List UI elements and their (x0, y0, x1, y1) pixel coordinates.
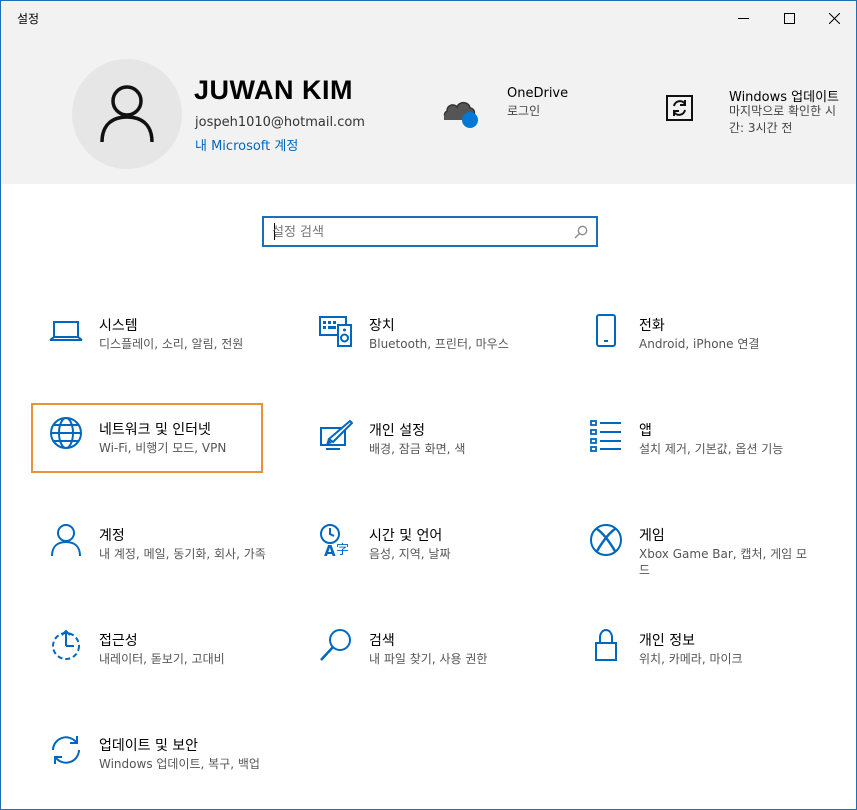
user-email: jospeh1010@hotmail.com (195, 115, 365, 130)
sync-icon (52, 736, 80, 764)
onedrive-title[interactable]: OneDrive (507, 86, 568, 101)
tile-description: 내 파일 찾기, 사용 권한 (369, 652, 488, 666)
tile-phone[interactable]: 전화 Android, iPhone 연결 (573, 305, 805, 375)
devices-icon (319, 316, 352, 347)
person-icon (51, 524, 81, 557)
user-avatar-icon (100, 85, 154, 143)
close-button[interactable] (811, 1, 857, 35)
onedrive-subtitle: 로그인 (507, 104, 541, 118)
globe-icon (50, 417, 82, 449)
tile-description: 배경, 잠금 화면, 색 (369, 442, 466, 456)
phone-icon (596, 314, 616, 347)
maximize-button[interactable] (766, 1, 812, 35)
tile-description: Wi-Fi, 비행기 모드, VPN (99, 441, 227, 455)
laptop-icon (49, 321, 83, 341)
xbox-icon (590, 524, 622, 556)
svg-text:A: A (324, 542, 336, 557)
tile-name: 개인 정보 (639, 633, 695, 649)
tile-description: 설치 제거, 기본값, 옵션 기능 (639, 442, 784, 456)
tile-description: Bluetooth, 프린터, 마우스 (369, 337, 509, 351)
lock-icon (595, 628, 617, 661)
tile-name: 검색 (369, 633, 395, 649)
microsoft-account-link[interactable]: 내 Microsoft 계정 (195, 135, 298, 154)
svg-text:字: 字 (336, 543, 349, 557)
apps-list-icon (590, 420, 621, 452)
settings-search-box[interactable] (262, 216, 598, 247)
ease-of-access-icon (52, 629, 80, 660)
magnifier-icon (320, 629, 351, 661)
tile-description: Xbox Game Bar, 캡처, 게임 모드 (639, 547, 808, 577)
tile-name: 개인 설정 (369, 423, 425, 439)
tile-accounts[interactable]: 계정 내 계정, 메일, 동기화, 회사, 가족 (33, 515, 266, 585)
close-icon (828, 12, 840, 24)
tile-name: 계정 (99, 528, 125, 544)
tile-name: 네트워크 및 인터넷 (99, 422, 211, 438)
search-input[interactable] (272, 222, 562, 242)
tile-name: 시스템 (99, 318, 138, 334)
tile-description: 음성, 지역, 날짜 (369, 547, 451, 561)
personalization-icon (320, 419, 353, 450)
time-language-icon: A 字 (320, 524, 349, 557)
tile-search[interactable]: 검색 내 파일 찾기, 사용 권한 (303, 620, 535, 690)
tile-name: 접근성 (99, 633, 138, 649)
tile-devices[interactable]: 장치 Bluetooth, 프린터, 마우스 (303, 305, 535, 375)
search-icon[interactable] (574, 225, 588, 239)
tile-system[interactable]: 시스템 디스플레이, 소리, 알림, 전원 (33, 305, 265, 375)
tile-gaming[interactable]: 게임 Xbox Game Bar, 캡처, 게임 모드 (573, 515, 807, 585)
account-header: JUWAN KIM jospeh1010@hotmail.com 내 Micro… (1, 35, 856, 184)
minimize-icon (737, 17, 749, 19)
tile-personalization[interactable]: 개인 설정 배경, 잠금 화면, 색 (303, 410, 535, 480)
tile-description: 디스플레이, 소리, 알림, 전원 (99, 337, 244, 351)
tile-name: 앱 (639, 423, 652, 439)
minimize-button[interactable] (720, 1, 766, 35)
tile-ease-of-access[interactable]: 접근성 내레이터, 돋보기, 고대비 (33, 620, 265, 690)
onedrive-cloud-icon[interactable] (441, 93, 481, 129)
settings-window: 설정 JUWAN KIM jospeh1010@hotmail.com 내 Mi… (0, 0, 857, 810)
tile-name: 전화 (639, 318, 665, 334)
window-title: 설정 (17, 12, 40, 26)
tile-apps[interactable]: 앱 설치 제거, 기본값, 옵션 기능 (573, 410, 805, 480)
maximize-icon (783, 12, 795, 24)
tile-description: 위치, 카메라, 마이크 (639, 652, 743, 666)
windows-update-subtitle: 마지막으로 확인한 시간: 3시간 전 (729, 104, 836, 135)
tile-network-internet[interactable]: 네트워크 및 인터넷 Wi-Fi, 비행기 모드, VPN (31, 403, 263, 473)
tile-description: Android, iPhone 연결 (639, 337, 760, 351)
user-name: JUWAN KIM (194, 75, 353, 105)
title-bar[interactable]: 설정 (1, 1, 856, 35)
avatar[interactable] (72, 59, 182, 169)
tile-name: 시간 및 언어 (369, 528, 443, 544)
tile-time-language[interactable]: A 字 시간 및 언어 음성, 지역, 날짜 (303, 515, 535, 585)
tile-description: 내 계정, 메일, 동기화, 회사, 가족 (99, 547, 266, 561)
windows-update-icon[interactable] (664, 92, 696, 124)
tile-name: 업데이트 및 보안 (99, 738, 199, 754)
tile-update-security[interactable]: 업데이트 및 보안 Windows 업데이트, 복구, 백업 (33, 725, 265, 795)
tile-description: 내레이터, 돋보기, 고대비 (99, 652, 225, 666)
tile-name: 장치 (369, 318, 395, 334)
tile-privacy[interactable]: 개인 정보 위치, 카메라, 마이크 (573, 620, 805, 690)
tile-name: 게임 (639, 528, 665, 544)
tile-description: Windows 업데이트, 복구, 백업 (99, 757, 260, 771)
